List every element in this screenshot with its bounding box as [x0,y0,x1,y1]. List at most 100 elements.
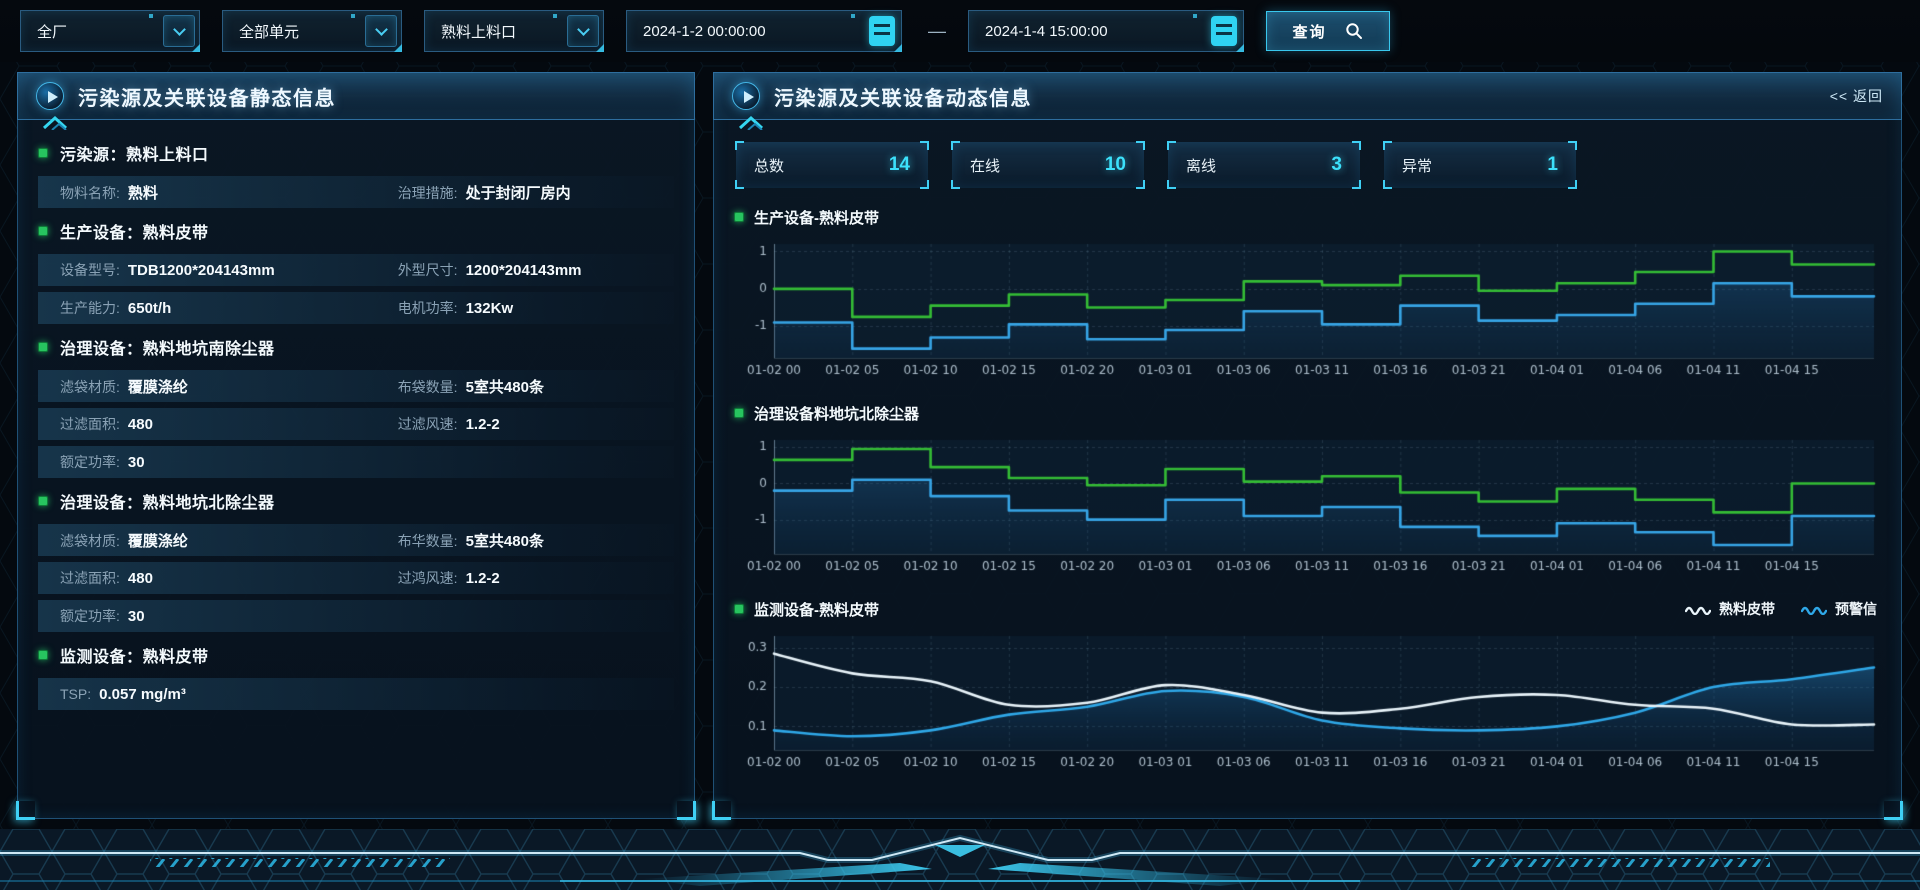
query-button-label: 查询 [1292,21,1326,42]
data-cell: 额定功率:30 [60,606,398,626]
chart-title-row: 治理设备料地坑北除尘器 [734,400,1881,426]
chart-title: 生产设备-熟料皮带 [754,207,879,228]
green-square-bullet-icon [38,342,48,352]
data-cell: TSP: 0.057 mg/m³ [60,686,398,703]
select-plant[interactable]: 全厂 [20,10,200,52]
calendar-icon[interactable] [869,16,895,46]
static-panel-title: 污染源及关联设备静态信息 [78,82,336,111]
field-value: 5室共480条 [466,376,544,397]
field-value: 处于封闭厂房内 [466,182,571,203]
production-equipment-chart[interactable] [734,234,1880,384]
field-label: 额定功率: [60,606,120,626]
treatment-equipment-chart[interactable] [734,430,1880,580]
data-cell: 过鸿风速: 1.2-2 [398,568,500,588]
field-label: 电机功率: [398,298,458,318]
field-label: TSP: [60,686,91,702]
data-cell: 电机功率: 132Kw [398,298,513,318]
data-row: 物料名称:熟料治理措施:处于封闭厂房内 [38,176,674,208]
corner-bracket-icon [1167,180,1176,189]
date-to-value: 2024-1-4 15:00:00 [985,23,1108,40]
corner-bracket-icon [951,141,960,150]
main-content: 污染源及关联设备静态信息 污染源：熟料上料口物料名称:熟料治理措施:处于封闭厂房… [0,62,1920,819]
field-label: 布华数量: [398,531,458,551]
section-header: 监测设备：熟料皮带 [38,638,674,672]
section-title: 监测设备：熟料皮带 [60,643,209,667]
corner-bracket-icon [1136,141,1145,150]
data-cell: 物料名称:熟料 [60,182,398,203]
field-value: 1.2-2 [466,570,500,587]
field-value: 132Kw [466,300,514,317]
section-title: 生产设备：熟料皮带 [60,219,209,243]
data-cell: 额定功率:30 [60,452,398,472]
section-title: 污染源：熟料上料口 [60,141,209,165]
field-label: 过滤面积: [60,414,120,434]
corner-bracket-icon [735,141,744,150]
corner-bracket-icon [920,141,929,150]
chart-title-row: 生产设备-熟料皮带 [734,204,1881,230]
data-row: 设备型号:TDB1200*204143mm外型尺寸:1200*204143mm [38,254,674,286]
data-row: 过滤面积: 480 过鸿风速: 1.2-2 [38,562,674,594]
select-pollution-source-value: 熟料上料口 [441,21,516,42]
date-range-separator: — [928,21,946,42]
legend-item-shuliao-pidai[interactable]: 熟料皮带 [1685,599,1775,619]
stats-row: 总数14在线10离线3异常1 [714,120,1901,188]
query-button[interactable]: 查询 [1266,11,1390,51]
corner-bracket-icon [1568,141,1577,150]
back-button[interactable]: << 返回 [1830,86,1883,106]
data-cell: 过滤面积: 480 [60,568,398,588]
field-value: 覆膜涤纶 [128,530,188,551]
stat-box: 总数14 [736,142,928,188]
field-label: 过鸿风速: [398,568,458,588]
field-label: 过滤面积: [60,568,120,588]
green-square-bullet-icon [38,650,48,660]
line-series-icon [1685,603,1711,615]
legend-label: 熟料皮带 [1719,599,1775,619]
stat-value: 3 [1331,154,1342,176]
corner-bracket-icon [1568,180,1577,189]
corner-bracket-icon [1352,141,1361,150]
select-pollution-source[interactable]: 熟料上料口 [424,10,604,52]
legend-item-yujing[interactable]: 预警信 [1801,599,1877,619]
data-cell: 生产能力:650t/h [60,298,398,318]
static-panel-header: 污染源及关联设备静态信息 [17,72,695,120]
data-row: 额定功率:30 [38,446,674,478]
play-icon [732,82,760,110]
chart-title: 治理设备料地坑北除尘器 [754,403,919,424]
line-series-icon [1801,603,1827,615]
date-to-input[interactable]: 2024-1-4 15:00:00 [968,10,1244,52]
static-info-list: 污染源：熟料上料口物料名称:熟料治理措施:处于封闭厂房内生产设备：熟料皮带设备型… [18,120,694,710]
data-cell: 布华数量:5室共480条 [398,530,544,551]
data-row: 额定功率:30 [38,600,674,632]
footer-decoration [0,829,1920,890]
search-icon [1345,22,1363,40]
field-value: 480 [128,570,153,587]
select-unit[interactable]: 全部单元 [222,10,402,52]
stat-box: 离线3 [1168,142,1360,188]
static-info-panel: 污染源及关联设备静态信息 污染源：熟料上料口物料名称:熟料治理措施:处于封闭厂房… [17,72,695,819]
field-label: 滤袋材质: [60,377,120,397]
monitoring-equipment-chart[interactable] [734,626,1880,776]
stat-label: 在线 [970,155,1000,176]
chart-block-production: 生产设备-熟料皮带 [714,188,1901,384]
field-label: 设备型号: [60,260,120,280]
select-plant-value: 全厂 [37,21,67,42]
corner-bracket-icon [920,180,929,189]
field-label: 物料名称: [60,183,120,203]
legend-label: 预警信 [1835,599,1877,619]
stat-label: 异常 [1402,155,1432,176]
calendar-icon[interactable] [1211,16,1237,46]
corner-bracket-icon [1352,180,1361,189]
field-value: 1.2-2 [466,416,500,433]
data-cell: 过滤面积:480 [60,414,398,434]
field-value: 0.057 mg/m³ [99,686,186,703]
play-icon [36,82,64,110]
data-row: 滤袋材质:覆膜涤纶布袋数量:5室共480条 [38,370,674,402]
data-cell: 过滤风速:1.2-2 [398,414,500,434]
green-square-bullet-icon [734,212,744,222]
corner-bracket-icon [1383,141,1392,150]
corner-bracket-icon [951,180,960,189]
date-from-input[interactable]: 2024-1-2 00:00:00 [626,10,902,52]
dynamic-panel-header: 污染源及关联设备动态信息 << 返回 [713,72,1902,120]
chart-title: 监测设备-熟料皮带 [754,599,879,620]
section-title: 治理设备：熟料地坑北除尘器 [60,489,275,513]
